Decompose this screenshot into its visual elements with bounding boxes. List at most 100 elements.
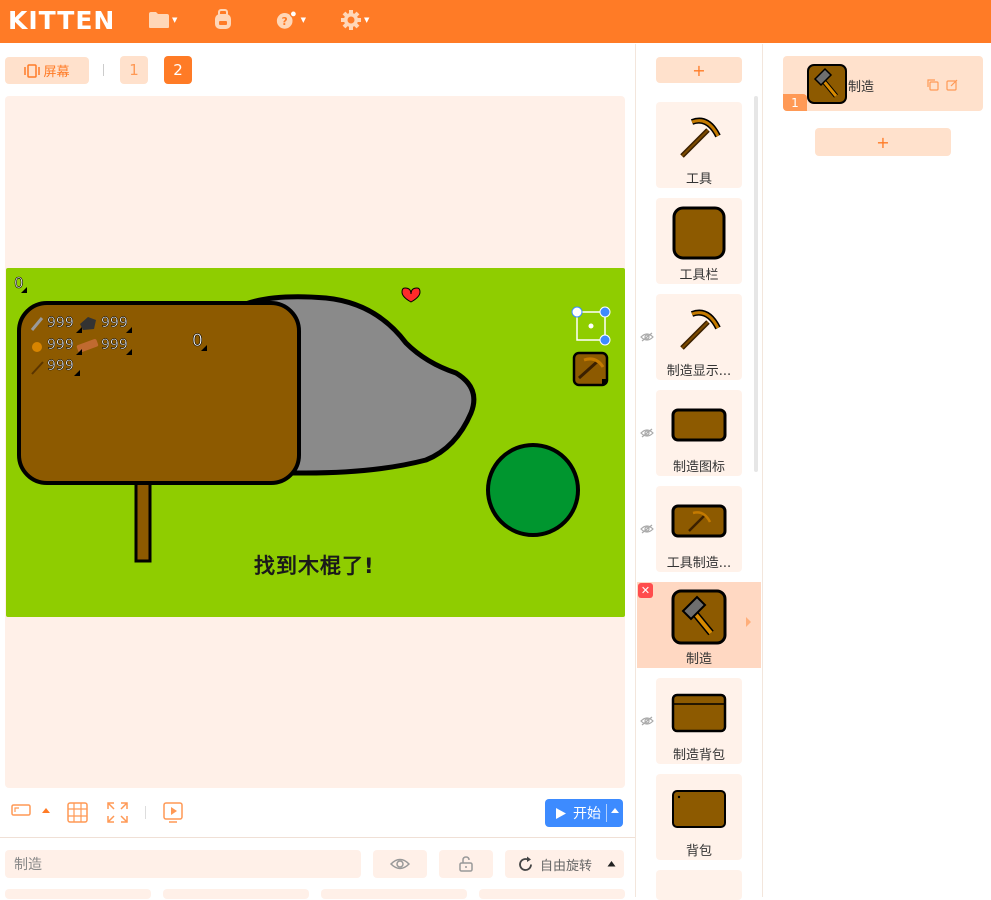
hammer-icon xyxy=(807,64,847,104)
brown-bag-icon xyxy=(670,684,728,742)
rotation-mode-select[interactable]: 自由旋转 xyxy=(505,850,624,878)
game-message: 找到木棍了! xyxy=(254,554,375,578)
sprite-item[interactable]: 背包 xyxy=(656,774,742,860)
top-left-counter: 0 xyxy=(14,274,24,293)
sprite-item[interactable]: 工具 xyxy=(656,102,742,188)
green-circle xyxy=(486,443,580,537)
selection-handle[interactable] xyxy=(571,306,611,346)
inventory-count: 999 xyxy=(47,358,74,375)
hidden-eye-icon[interactable] xyxy=(640,332,654,342)
start-label: 开始 xyxy=(573,806,601,822)
screen-icon xyxy=(24,63,41,78)
sprite-item[interactable]: 制造图标 xyxy=(656,390,742,476)
expand-icon xyxy=(107,802,128,823)
svg-text:?: ? xyxy=(282,16,288,28)
hidden-eye-icon[interactable] xyxy=(640,524,654,534)
game-scene[interactable]: 0 999 999 999 999 999 0 找到木棍了! xyxy=(6,268,625,617)
delete-sprite-button[interactable]: ✕ xyxy=(638,583,653,598)
inventory-count: 999 xyxy=(101,315,128,332)
video-button[interactable] xyxy=(163,802,183,823)
sprite-item[interactable] xyxy=(656,870,742,900)
add-costume-button[interactable]: + xyxy=(815,128,951,156)
inventory-count: 999 xyxy=(47,337,74,354)
heart-icon xyxy=(401,287,421,303)
app-logo: KITTEN xyxy=(8,6,116,35)
stage-size-button[interactable] xyxy=(11,803,31,817)
screen-button[interactable]: 屏幕 xyxy=(5,57,89,84)
backpack-icon xyxy=(215,9,231,29)
hammer-icon xyxy=(670,588,728,646)
craft-pickaxe-button[interactable] xyxy=(572,351,609,387)
folder-icon xyxy=(149,12,169,28)
add-sprite-button[interactable]: + xyxy=(656,57,742,83)
start-button[interactable]: 开始 xyxy=(545,799,623,827)
costume-panel xyxy=(763,44,991,897)
caret-up-icon xyxy=(607,861,616,867)
edit-icon[interactable] xyxy=(946,79,958,91)
top-bar: KITTEN ▼ ? ▼ ▼ xyxy=(0,0,991,43)
chevron-down-icon: ▼ xyxy=(300,16,306,24)
property-field[interactable] xyxy=(5,889,151,899)
inventory-count: 999 xyxy=(47,315,74,332)
sprite-label: 工具 xyxy=(685,172,712,187)
divider xyxy=(606,804,607,822)
sprite-list-scrollbar[interactable] xyxy=(754,96,758,472)
sprite-item[interactable]: 工具制造... xyxy=(656,486,742,572)
gear-icon xyxy=(341,10,361,30)
torch-icon xyxy=(32,342,42,352)
sprite-item[interactable]: 制造显示... xyxy=(656,294,742,380)
hidden-eye-icon[interactable] xyxy=(640,428,654,438)
property-field[interactable] xyxy=(479,889,625,899)
sprite-label: 制造背包 xyxy=(672,748,725,763)
divider xyxy=(103,64,104,76)
chevron-down-icon: ▼ xyxy=(364,16,370,24)
sprite-label: 背包 xyxy=(685,844,712,859)
sign-counter: 0 xyxy=(192,331,203,352)
brown-square-icon xyxy=(670,204,728,262)
rotation-label: 自由旋转 xyxy=(540,858,593,874)
property-field[interactable] xyxy=(163,889,309,899)
sprite-item[interactable]: 制造背包 xyxy=(656,678,742,764)
screen-tab-2[interactable]: 2 xyxy=(164,56,192,84)
caret-up-icon[interactable] xyxy=(611,808,619,813)
stage-size-dropdown[interactable] xyxy=(41,806,51,814)
sprite-label: 制造图标 xyxy=(672,460,725,475)
aspect-ratio-icon xyxy=(11,804,31,816)
copy-icon[interactable] xyxy=(927,79,939,91)
help-menu[interactable]: ? ▼ xyxy=(276,8,306,32)
backpack-menu[interactable] xyxy=(212,8,242,32)
divider xyxy=(145,806,146,819)
file-menu[interactable]: ▼ xyxy=(148,8,178,32)
screen-button-label: 屏幕 xyxy=(43,65,70,80)
play-icon xyxy=(556,807,566,819)
hidden-eye-icon[interactable] xyxy=(640,716,654,726)
pickaxe-icon xyxy=(670,300,728,358)
chevron-down-icon: ▼ xyxy=(172,16,178,24)
visibility-toggle[interactable] xyxy=(373,850,427,878)
eye-icon xyxy=(390,858,410,870)
costume-name: 制造 xyxy=(848,80,875,95)
screen-tab-1[interactable]: 1 xyxy=(120,56,148,84)
rotate-icon xyxy=(519,856,532,871)
sprite-item[interactable]: 工具栏 xyxy=(656,198,742,284)
sprite-label: 制造 xyxy=(685,652,712,667)
brown-rect-icon xyxy=(670,396,728,454)
fullscreen-button[interactable] xyxy=(107,802,128,823)
grid-icon xyxy=(67,802,88,823)
pickaxe-icon xyxy=(670,108,728,166)
pickaxe-small-icon xyxy=(670,492,728,550)
chevron-right-icon[interactable] xyxy=(746,617,751,627)
property-field[interactable] xyxy=(321,889,467,899)
sprite-label: 制造显示... xyxy=(666,364,732,379)
sprite-item-selected[interactable]: 制造 xyxy=(637,582,761,668)
settings-menu[interactable]: ▼ xyxy=(340,8,370,32)
sprite-name-input[interactable] xyxy=(5,850,361,878)
costume-item[interactable] xyxy=(783,56,983,111)
sign-post xyxy=(134,476,152,563)
unlock-icon xyxy=(459,856,473,872)
grid-toggle[interactable] xyxy=(67,802,88,823)
lock-toggle[interactable] xyxy=(439,850,493,878)
caret-up-icon xyxy=(42,808,50,813)
costume-number: 1 xyxy=(783,94,807,111)
inventory-count: 999 xyxy=(101,337,128,354)
